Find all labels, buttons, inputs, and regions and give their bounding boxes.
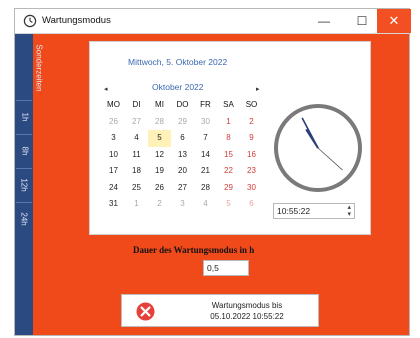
calendar-day[interactable]: 30 (240, 180, 263, 197)
calendar-day[interactable]: 28 (194, 180, 217, 197)
weekday-label: SO (245, 100, 258, 109)
calendar-grid: MO DI MI DO FR SA SO 26 27 28 29 30 1 2 3 4 5 6 7 8 9… (102, 97, 263, 213)
weekday-label: MO (107, 100, 120, 109)
sidebar-divider (16, 168, 32, 169)
status-box: Wartungsmodus bis 05.10.2022 10:55:22 (121, 294, 319, 327)
sidebar-item-label: 12h (19, 178, 29, 192)
weekday-label: FR (200, 100, 211, 109)
sidebar-item-label: 24h (19, 212, 29, 226)
window-title: Wartungsmodus (42, 15, 111, 26)
minimize-button[interactable]: — (305, 9, 343, 33)
calendar-day[interactable]: 4 (125, 130, 148, 147)
calendar-day[interactable]: 8 (217, 130, 240, 147)
error-x-icon (136, 302, 155, 321)
sidebar-item-12h[interactable]: 12h (15, 172, 33, 198)
sidebar-item-sonderzeiten[interactable]: Sonderzeiten (15, 40, 44, 96)
calendar-day[interactable]: 1 (217, 114, 240, 131)
analog-clock (274, 104, 362, 192)
sidebar: Sonderzeiten 1h 8h 12h 24h (15, 34, 44, 335)
calendar-day[interactable]: 3 (171, 196, 194, 213)
weekday-label: MI (155, 100, 164, 109)
calendar-day[interactable]: 26 (102, 114, 125, 131)
calendar-day[interactable]: 16 (240, 147, 263, 164)
calendar-day[interactable]: 2 (148, 196, 171, 213)
calendar-day[interactable]: 4 (194, 196, 217, 213)
calendar-day[interactable]: 1 (125, 196, 148, 213)
calendar-day[interactable]: 14 (194, 147, 217, 164)
calendar-day[interactable]: 15 (217, 147, 240, 164)
calendar-day[interactable]: 10 (102, 147, 125, 164)
maximize-button[interactable]: ☐ (343, 9, 381, 33)
status-line-1: Wartungsmodus bis (211, 301, 283, 310)
spin-down-icon[interactable]: ▾ (347, 211, 351, 218)
sidebar-item-label: Sonderzeiten (34, 44, 44, 92)
calendar-day[interactable]: 19 (148, 163, 171, 180)
next-month-button[interactable]: ▸ (256, 85, 260, 93)
date-time-panel: Mittwoch, 5. Oktober 2022 ◂ Oktober 2022… (89, 41, 371, 235)
time-value: 10:55:22 (277, 206, 311, 216)
calendar-day[interactable]: 31 (102, 196, 125, 213)
month-label[interactable]: Oktober 2022 (152, 82, 204, 92)
calendar-day[interactable]: 26 (148, 180, 171, 197)
weekday-header-row: MO DI MI DO FR SA SO (102, 97, 263, 114)
weekday-label: DO (176, 100, 189, 109)
calendar-day[interactable]: 5 (148, 130, 171, 147)
sidebar-divider (16, 100, 32, 101)
calendar-day[interactable]: 2 (240, 114, 263, 131)
sidebar-item-24h[interactable]: 24h (15, 206, 33, 232)
calendar-week-row: 10 11 12 13 14 15 16 (102, 147, 263, 164)
weekday-label: DI (132, 100, 141, 109)
calendar-day[interactable]: 27 (125, 114, 148, 131)
title-bar: Wartungsmodus — ☐ ✕ (15, 9, 411, 34)
sidebar-item-1h[interactable]: 1h (15, 104, 33, 130)
calendar-day[interactable]: 28 (148, 114, 171, 131)
maintenance-window: Wartungsmodus — ☐ ✕ Sonderzeiten 1h 8h 1… (14, 8, 411, 336)
calendar-day[interactable]: 20 (171, 163, 194, 180)
sidebar-item-8h[interactable]: 8h (15, 138, 33, 164)
calendar-day[interactable]: 27 (171, 180, 194, 197)
calendar-day[interactable]: 17 (102, 163, 125, 180)
calendar-week-row: 17 18 19 20 21 22 23 (102, 163, 263, 180)
spin-up-icon[interactable]: ▴ (347, 204, 351, 211)
calendar-day[interactable]: 3 (102, 130, 125, 147)
calendar-week-row: 26 27 28 29 30 1 2 (102, 114, 263, 131)
calendar-day[interactable]: 29 (217, 180, 240, 197)
calendar-day[interactable]: 11 (125, 147, 148, 164)
sidebar-item-label: 8h (20, 146, 29, 156)
calendar-day[interactable]: 30 (194, 114, 217, 131)
duration-label: Dauer des Wartungsmodus in h (133, 245, 255, 255)
calendar-day[interactable]: 12 (148, 147, 171, 164)
calendar-day[interactable]: 18 (125, 163, 148, 180)
weekday-label: SA (223, 100, 234, 109)
calendar-day[interactable]: 25 (125, 180, 148, 197)
calendar-day[interactable]: 21 (194, 163, 217, 180)
calendar-week-row: 3456789 (102, 130, 263, 147)
duration-input[interactable]: 0,5 (203, 260, 249, 276)
calendar-day[interactable]: 5 (217, 196, 240, 213)
calendar-day[interactable]: 6 (240, 196, 263, 213)
calendar-day[interactable]: 24 (102, 180, 125, 197)
clock-icon (23, 14, 37, 28)
calendar-week-row: 31 1 2 3 4 5 6 (102, 196, 263, 213)
time-field[interactable]: 10:55:22 ▴ ▾ (273, 203, 355, 219)
sidebar-divider (16, 202, 32, 203)
close-button[interactable]: ✕ (377, 9, 411, 33)
calendar-day[interactable]: 23 (240, 163, 263, 180)
calendar-day[interactable]: 7 (194, 130, 217, 147)
sidebar-item-label: 1h (20, 112, 29, 122)
prev-month-button[interactable]: ◂ (104, 85, 108, 93)
calendar-day[interactable]: 6 (171, 130, 194, 147)
calendar-day[interactable]: 13 (171, 147, 194, 164)
calendar-day[interactable]: 9 (240, 130, 263, 147)
status-line-2: 05.10.2022 10:55:22 (210, 312, 284, 321)
calendar-day[interactable]: 22 (217, 163, 240, 180)
selected-date-text: Mittwoch, 5. Oktober 2022 (128, 57, 228, 67)
time-spinner[interactable]: ▴ ▾ (347, 204, 351, 218)
sidebar-divider (16, 134, 32, 135)
calendar-day[interactable]: 29 (171, 114, 194, 131)
calendar-week-row: 24 25 26 27 28 29 30 (102, 180, 263, 197)
